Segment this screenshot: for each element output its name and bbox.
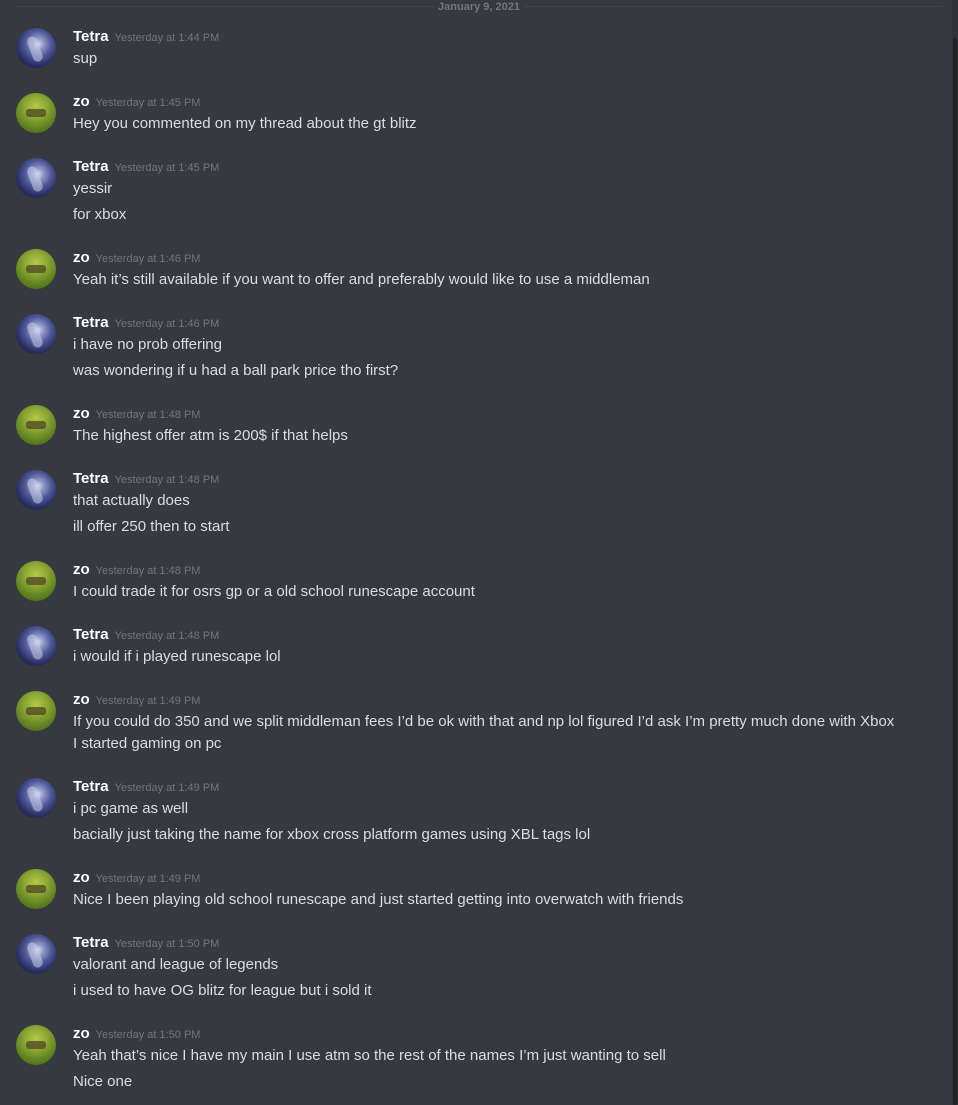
username[interactable]: Tetra <box>73 470 109 487</box>
timestamp[interactable]: Yesterday at 1:46 PM <box>96 253 201 265</box>
message-header: zo Yesterday at 1:45 PM <box>73 93 200 111</box>
username[interactable]: Tetra <box>73 626 109 643</box>
username[interactable]: zo <box>73 869 90 886</box>
avatar-tetra[interactable] <box>16 778 56 818</box>
avatar-zo[interactable] <box>16 405 56 445</box>
avatar-tetra[interactable] <box>16 314 56 354</box>
date-divider: January 9, 2021 <box>16 1 942 13</box>
message-text: I started gaming on pc <box>73 735 222 752</box>
message-text: i pc game as well <box>73 800 189 817</box>
timestamp[interactable]: Yesterday at 1:46 PM <box>115 318 220 330</box>
message-text: bacially just taking the name for xbox c… <box>73 826 591 843</box>
username[interactable]: zo <box>73 561 90 578</box>
avatar-tetra[interactable] <box>16 158 56 198</box>
message-header: Tetra Yesterday at 1:50 PM <box>73 934 219 952</box>
message-text: sup <box>73 50 98 67</box>
timestamp[interactable]: Yesterday at 1:45 PM <box>115 162 220 174</box>
message-header: zo Yesterday at 1:49 PM <box>73 869 200 887</box>
message-text: yessir <box>73 180 113 197</box>
message-text: ill offer 250 then to start <box>73 518 230 535</box>
timestamp[interactable]: Yesterday at 1:50 PM <box>96 1029 201 1041</box>
message-header: zo Yesterday at 1:46 PM <box>73 249 200 267</box>
message-text: for xbox <box>73 206 127 223</box>
timestamp[interactable]: Yesterday at 1:49 PM <box>115 782 220 794</box>
avatar-zo[interactable] <box>16 869 56 909</box>
scrollbar-track[interactable] <box>952 0 958 1105</box>
date-divider-label: January 9, 2021 <box>434 1 524 13</box>
username[interactable]: zo <box>73 405 90 422</box>
message-text: Yeah that’s nice I have my main I use at… <box>73 1047 666 1064</box>
message-text: Nice one <box>73 1073 133 1090</box>
timestamp[interactable]: Yesterday at 1:44 PM <box>115 32 220 44</box>
timestamp[interactable]: Yesterday at 1:49 PM <box>96 873 201 885</box>
username[interactable]: zo <box>73 1025 90 1042</box>
message-header: zo Yesterday at 1:49 PM <box>73 691 200 709</box>
message-text: that actually does <box>73 492 190 509</box>
message-header: zo Yesterday at 1:48 PM <box>73 561 200 579</box>
message-header: Tetra Yesterday at 1:44 PM <box>73 28 219 46</box>
message-text: i used to have OG blitz for league but i… <box>73 982 372 999</box>
message-text: Yeah it’s still available if you want to… <box>73 271 650 288</box>
message-text: valorant and league of legends <box>73 956 279 973</box>
message-text: Nice I been playing old school runescape… <box>73 891 684 908</box>
message-text: was wondering if u had a ball park price… <box>73 362 399 379</box>
message-header: Tetra Yesterday at 1:48 PM <box>73 470 219 488</box>
username[interactable]: zo <box>73 691 90 708</box>
username[interactable]: zo <box>73 249 90 266</box>
timestamp[interactable]: Yesterday at 1:49 PM <box>96 695 201 707</box>
avatar-zo[interactable] <box>16 1025 56 1065</box>
avatar-zo[interactable] <box>16 561 56 601</box>
message-text: I could trade it for osrs gp or a old sc… <box>73 583 475 600</box>
username[interactable]: Tetra <box>73 314 109 331</box>
username[interactable]: Tetra <box>73 28 109 45</box>
message-header: zo Yesterday at 1:50 PM <box>73 1025 200 1043</box>
message-text: The highest offer atm is 200$ if that he… <box>73 427 348 444</box>
message-header: Tetra Yesterday at 1:45 PM <box>73 158 219 176</box>
username[interactable]: zo <box>73 93 90 110</box>
message-header: zo Yesterday at 1:48 PM <box>73 405 200 423</box>
username[interactable]: Tetra <box>73 934 109 951</box>
timestamp[interactable]: Yesterday at 1:48 PM <box>96 409 201 421</box>
message-header: Tetra Yesterday at 1:48 PM <box>73 626 219 644</box>
username[interactable]: Tetra <box>73 778 109 795</box>
message-header: Tetra Yesterday at 1:49 PM <box>73 778 219 796</box>
avatar-tetra[interactable] <box>16 626 56 666</box>
avatar-zo[interactable] <box>16 93 56 133</box>
avatar-tetra[interactable] <box>16 470 56 510</box>
avatar-zo[interactable] <box>16 691 56 731</box>
avatar-zo[interactable] <box>16 249 56 289</box>
timestamp[interactable]: Yesterday at 1:48 PM <box>96 565 201 577</box>
avatar-tetra[interactable] <box>16 934 56 974</box>
avatar-tetra[interactable] <box>16 28 56 68</box>
timestamp[interactable]: Yesterday at 1:48 PM <box>115 630 220 642</box>
scrollbar-thumb[interactable] <box>953 38 957 1105</box>
message-text: i would if i played runescape lol <box>73 648 281 665</box>
timestamp[interactable]: Yesterday at 1:48 PM <box>115 474 220 486</box>
timestamp[interactable]: Yesterday at 1:45 PM <box>96 97 201 109</box>
timestamp[interactable]: Yesterday at 1:50 PM <box>115 938 220 950</box>
username[interactable]: Tetra <box>73 158 109 175</box>
message-text: If you could do 350 and we split middlem… <box>73 713 895 730</box>
message-text: i have no prob offering <box>73 336 222 353</box>
message-header: Tetra Yesterday at 1:46 PM <box>73 314 219 332</box>
message-text: Hey you commented on my thread about the… <box>73 115 417 132</box>
